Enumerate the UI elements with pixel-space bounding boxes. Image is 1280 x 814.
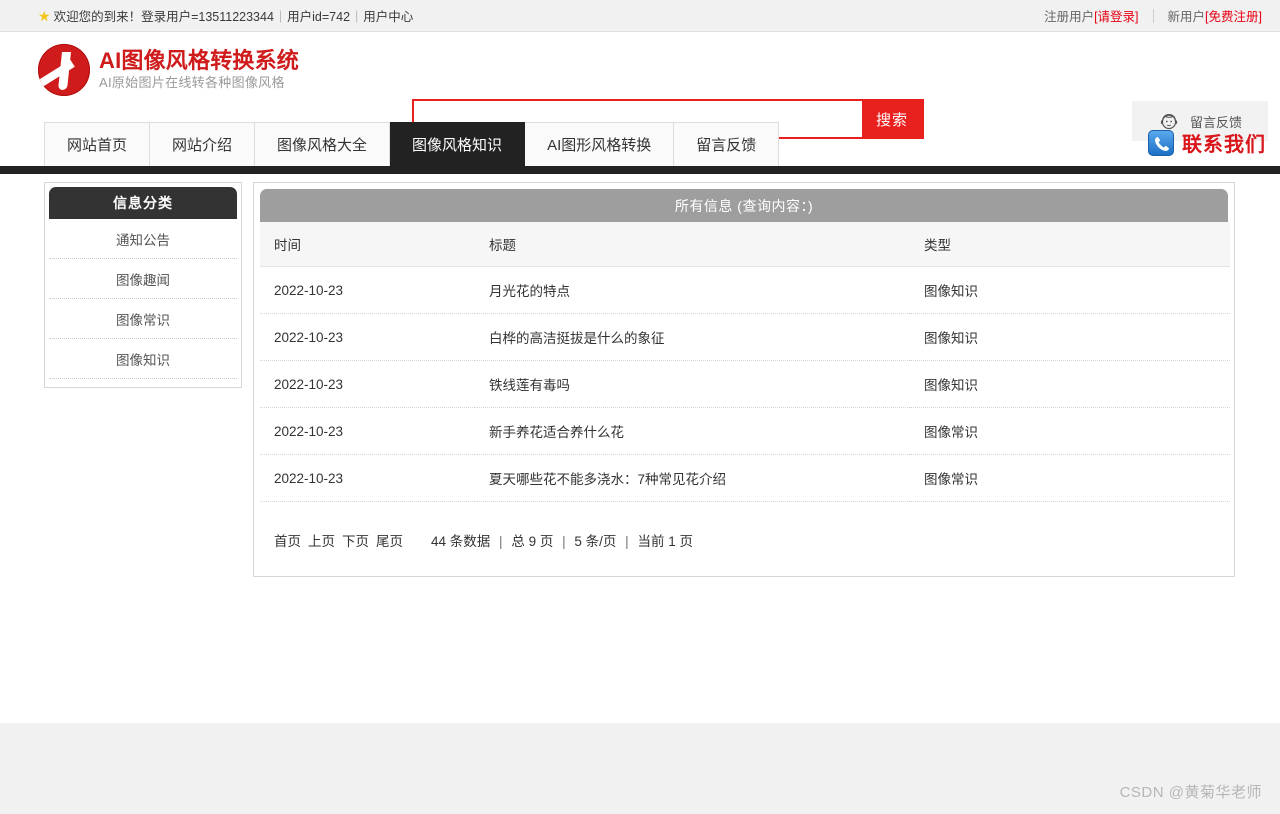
nav-item-feedback[interactable]: 留言反馈: [674, 122, 780, 166]
account-divider: [1152, 8, 1154, 23]
nav-item-intro[interactable]: 网站介绍: [150, 122, 256, 166]
site-header: AI图像风格转换系统 AI原始图片在线转各种图像风格 搜索 关键词1 关键词2 …: [0, 32, 1280, 162]
sidebar-item-image-news[interactable]: 图像趣闻: [49, 259, 237, 299]
cell-time: 2022-10-23: [260, 313, 475, 361]
contact-us-label: 联系我们: [1182, 134, 1266, 156]
logo-circle-icon: [38, 44, 90, 96]
nav-item-style-catalog[interactable]: 图像风格大全: [255, 122, 391, 166]
table-body: 2022-10-23 月光花的特点 图像知识 2022-10-23 白桦的高洁挺…: [260, 266, 1230, 502]
information-list-panel: 所有信息 (查询内容：) 时间 标题 类型 2022-10-23 月光花的特点: [253, 182, 1235, 577]
user-id-text: 用户id=742: [287, 10, 351, 24]
cell-time: 2022-10-23: [260, 360, 475, 408]
nav-items: 网站首页 网站介绍 图像风格大全 图像风格知识 AI图形风格转换 留言反馈: [44, 122, 780, 166]
welcome-separator-1: |: [278, 8, 283, 23]
table-row[interactable]: 2022-10-23 夏天哪些花不能多浇水：7种常见花介绍 图像常识: [260, 454, 1230, 502]
table-header: 时间 标题 类型: [260, 222, 1230, 267]
nav-item-style-knowledge[interactable]: 图像风格知识: [390, 122, 526, 166]
column-header-type: 类型: [910, 222, 1230, 267]
page-background-filler: [0, 723, 1280, 814]
logo-title: AI图像风格转换系统: [99, 47, 300, 73]
pagination-info: 44 条数据 | 总 9 页 | 5 条/页 | 当前 1 页: [431, 530, 693, 550]
sidebar-item-image-common[interactable]: 图像常识: [49, 299, 237, 339]
top-welcome-bar: ★ 欢迎您的到来！登录用户=13511223344 | 用户id=742 | 用…: [0, 0, 1280, 32]
contact-us-button[interactable]: 联系我们: [1148, 128, 1266, 157]
new-user-label: 新用户: [1167, 10, 1206, 24]
account-actions: 注册用户 [请登录] 新用户 [免费注册]: [1044, 6, 1262, 25]
column-header-time: 时间: [260, 222, 475, 267]
column-header-title: 标题: [475, 222, 910, 267]
cell-title[interactable]: 白桦的高洁挺拔是什么的象征: [475, 313, 910, 361]
watermark: CSDN @黄菊华老师: [1119, 784, 1262, 801]
sidebar-item-image-knowledge[interactable]: 图像知识: [49, 339, 237, 379]
nav-item-ai-transfer[interactable]: AI图形风格转换: [525, 122, 675, 166]
cell-title[interactable]: 月光花的特点: [475, 266, 910, 314]
cell-title[interactable]: 铁线莲有毒吗: [475, 360, 910, 408]
phone-icon: [1148, 129, 1174, 156]
pagination-sep-3: |: [625, 534, 629, 549]
site-logo[interactable]: AI图像风格转换系统 AI原始图片在线转各种图像风格: [38, 44, 299, 96]
sidebar-info-categories: 信息分类 通知公告 图像趣闻 图像常识 图像知识: [44, 182, 242, 388]
cell-type: 图像知识: [910, 313, 1230, 361]
pagination-prev[interactable]: 上页: [308, 530, 335, 550]
cell-type: 图像知识: [910, 360, 1230, 408]
pagination-next[interactable]: 下页: [342, 530, 369, 550]
cell-type: 图像常识: [910, 407, 1230, 455]
sidebar-item-notice[interactable]: 通知公告: [49, 219, 237, 259]
cell-time: 2022-10-23: [260, 454, 475, 502]
cell-type: 图像知识: [910, 266, 1230, 314]
information-table: 时间 标题 类型 2022-10-23 月光花的特点 图像知识 2022-10-…: [260, 222, 1230, 502]
pagination: 首页 上页 下页 尾页 44 条数据 | 总 9 页 | 5 条/页 | 当前 …: [260, 530, 1228, 550]
table-row[interactable]: 2022-10-23 铁线莲有毒吗 图像知识: [260, 360, 1230, 408]
login-link[interactable]: [请登录]: [1094, 6, 1138, 25]
table-row[interactable]: 2022-10-23 月光花的特点 图像知识: [260, 266, 1230, 314]
table-row[interactable]: 2022-10-23 新手养花适合养什么花 图像常识: [260, 407, 1230, 455]
pagination-sep-1: |: [499, 534, 503, 549]
star-icon: ★: [38, 7, 51, 24]
pagination-sep-2: |: [562, 534, 566, 549]
cell-title[interactable]: 新手养花适合养什么花: [475, 407, 910, 455]
nav-item-home[interactable]: 网站首页: [45, 122, 151, 166]
cell-type: 图像常识: [910, 454, 1230, 502]
page-root: ★ 欢迎您的到来！登录用户=13511223344 | 用户id=742 | 用…: [0, 0, 1280, 814]
table-row[interactable]: 2022-10-23 白桦的高洁挺拔是什么的象征 图像知识: [260, 313, 1230, 361]
register-link[interactable]: [免费注册]: [1205, 6, 1262, 25]
user-center-link[interactable]: 用户中心: [363, 6, 413, 25]
pagination-last[interactable]: 尾页: [376, 530, 403, 550]
logo-text-group: AI图像风格转换系统 AI原始图片在线转各种图像风格: [99, 48, 299, 93]
pagination-page-size: 5 条/页: [574, 534, 617, 549]
main-navigation-bar: 网站首页 网站介绍 图像风格大全 图像风格知识 AI图形风格转换 留言反馈 联系…: [0, 122, 1280, 174]
cell-time: 2022-10-23: [260, 407, 475, 455]
nav-bottom-bar: [0, 166, 1280, 174]
cell-time: 2022-10-23: [260, 266, 475, 314]
registered-user-label: 注册用户: [1044, 10, 1095, 24]
pagination-total-pages: 总 9 页: [511, 534, 554, 549]
pagination-links: 首页 上页 下页 尾页: [274, 530, 403, 550]
pagination-total-records: 44 条数据: [431, 534, 491, 549]
welcome-separator-2: |: [355, 8, 359, 23]
logo-subtitle: AI原始图片在线转各种图像风格: [99, 74, 285, 90]
welcome-text-group: ★ 欢迎您的到来！登录用户=13511223344 | 用户id=742 | 用…: [38, 6, 413, 25]
pagination-first[interactable]: 首页: [274, 530, 301, 550]
welcome-message: 欢迎您的到来！登录用户=13511223344: [53, 10, 274, 24]
sidebar-title: 信息分类: [49, 187, 237, 219]
panel-title: 所有信息 (查询内容：): [260, 189, 1228, 222]
cell-title[interactable]: 夏天哪些花不能多浇水：7种常见花介绍: [475, 454, 910, 502]
table-header-row: 时间 标题 类型: [260, 222, 1230, 267]
pagination-current-page: 当前 1 页: [637, 534, 693, 549]
content-area: 信息分类 通知公告 图像趣闻 图像常识 图像知识 所有信息 (查询内容：) 时间…: [0, 174, 1280, 747]
